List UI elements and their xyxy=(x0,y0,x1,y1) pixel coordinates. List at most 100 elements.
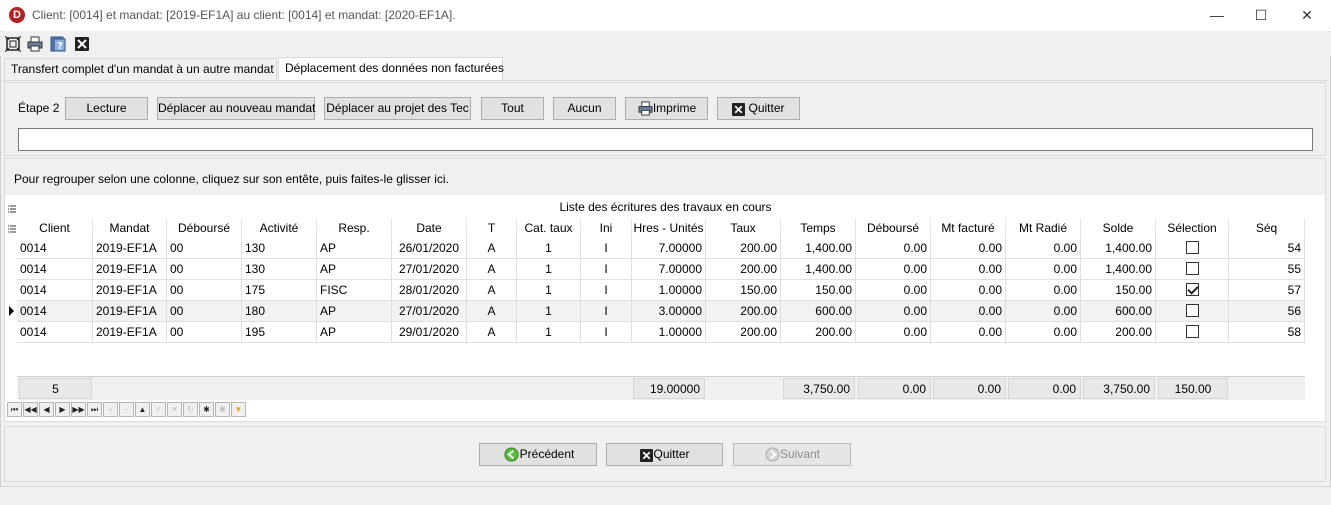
column-menu-icon[interactable] xyxy=(8,223,16,233)
quit-bottom-button[interactable]: Quitter xyxy=(606,443,723,466)
column-header-mt-radie[interactable]: Mt Radié xyxy=(1006,218,1081,238)
select-all-button[interactable]: Tout xyxy=(481,97,544,120)
tab-transfert-complet[interactable]: Transfert complet d'un mandat à un autre… xyxy=(4,58,277,80)
status-bar xyxy=(0,486,1331,505)
column-header-mandat[interactable]: Mandat xyxy=(93,218,167,238)
column-header-seq[interactable]: Séq xyxy=(1229,218,1305,238)
cancel-icon[interactable]: ✕ xyxy=(167,402,182,417)
move-project-button[interactable]: Déplacer au projet des Tec xyxy=(324,97,471,120)
selection-checkbox[interactable] xyxy=(1185,304,1199,318)
bookmark-icon[interactable]: ✱ xyxy=(199,402,214,417)
tab-divider xyxy=(2,80,1328,81)
column-header-activite[interactable]: Activité xyxy=(242,218,317,238)
print-icon[interactable] xyxy=(27,36,43,52)
cell-selection[interactable] xyxy=(1156,322,1229,343)
column-header-debourse-amount[interactable]: Déboursé xyxy=(856,218,931,238)
goto-bookmark-icon[interactable]: ✱ xyxy=(215,402,230,417)
selection-checkbox[interactable] xyxy=(1185,262,1199,276)
column-header-type[interactable]: T xyxy=(467,218,517,238)
column-header-temps[interactable]: Temps xyxy=(781,218,856,238)
next-button[interactable]: Suivant xyxy=(733,443,851,466)
cell-date: 27/01/2020 xyxy=(392,301,467,322)
column-header-debourse[interactable]: Déboursé xyxy=(167,218,242,238)
cell-debourse-amount: 0.00 xyxy=(856,259,931,280)
total-mt-radie: 0.00 xyxy=(1008,378,1081,399)
move-new-mandate-button[interactable]: Déplacer au nouveau mandat xyxy=(157,97,315,120)
column-header-solde[interactable]: Solde xyxy=(1081,218,1156,238)
cell-selection[interactable] xyxy=(1156,280,1229,301)
column-header-hres[interactable]: Hres - Unités xyxy=(632,218,706,238)
cell-mandat: 2019-EF1A xyxy=(93,238,167,259)
total-debourse: 0.00 xyxy=(858,378,931,399)
cell-temps: 200.00 xyxy=(781,322,856,343)
column-header-client[interactable]: Client xyxy=(17,218,93,238)
cell-type: A xyxy=(467,301,517,322)
cell-activite: 130 xyxy=(242,259,317,280)
prev-icon[interactable]: ◀ xyxy=(39,402,54,417)
first-icon[interactable]: ⏮ xyxy=(7,402,22,417)
window-title: Client: [0014] et mandat: [2019-EF1A] au… xyxy=(32,8,456,22)
cell-type: A xyxy=(467,238,517,259)
table-row[interactable]: 0014 2019-EF1A 00 175 FISC 28/01/2020 A 1 I 1.000… xyxy=(17,280,1305,301)
close-icon[interactable] xyxy=(74,36,90,52)
message-field[interactable] xyxy=(18,128,1313,151)
cell-debourse: 00 xyxy=(167,322,242,343)
table-row[interactable]: 0014 2019-EF1A 00 130 AP 27/01/2020 A 1 I 7.00000… xyxy=(17,259,1305,280)
column-header-cat-taux[interactable]: Cat. taux xyxy=(517,218,581,238)
cell-type: A xyxy=(467,259,517,280)
column-header-resp[interactable]: Resp. xyxy=(317,218,392,238)
band-menu-icon[interactable] xyxy=(8,203,16,213)
column-header-taux[interactable]: Taux xyxy=(706,218,781,238)
delete-icon[interactable]: − xyxy=(119,402,134,417)
previous-button[interactable]: Précédent xyxy=(479,443,597,466)
table-row[interactable]: 0014 2019-EF1A 00 180 AP 27/01/2020 A 1 I 3.00000… xyxy=(17,301,1305,322)
step-label: Étape 2 xyxy=(18,101,60,115)
close-window-button[interactable]: ✕ xyxy=(1284,0,1330,31)
table-row[interactable]: 0014 2019-EF1A 00 195 AP 29/01/2020 A 1 I 1.00000… xyxy=(17,322,1305,343)
cell-cat-taux: 1 xyxy=(517,259,581,280)
column-header-ini[interactable]: Ini xyxy=(581,218,632,238)
next-page-icon[interactable]: ▶▶ xyxy=(71,402,86,417)
minimize-button[interactable]: — xyxy=(1194,0,1240,31)
cell-selection[interactable] xyxy=(1156,238,1229,259)
column-header-date[interactable]: Date xyxy=(392,218,467,238)
selection-checkbox[interactable] xyxy=(1185,283,1199,297)
cell-resp: AP xyxy=(317,322,392,343)
tab-deplacement-donnees[interactable]: Déplacement des données non facturées xyxy=(278,57,504,81)
previous-arrow-icon xyxy=(504,447,519,469)
cell-selection[interactable] xyxy=(1156,301,1229,322)
print-button[interactable]: Imprime xyxy=(625,97,708,120)
cell-seq: 56 xyxy=(1229,301,1305,322)
cell-seq: 58 xyxy=(1229,322,1305,343)
cell-selection[interactable] xyxy=(1156,259,1229,280)
cell-temps: 1,400.00 xyxy=(781,259,856,280)
edit-icon[interactable]: ▲ xyxy=(135,402,150,417)
table-row[interactable]: 0014 2019-EF1A 00 130 AP 26/01/2020 A 1 I 7.00000… xyxy=(17,238,1305,259)
help-icon[interactable]: ? xyxy=(50,36,66,52)
fullscreen-icon[interactable] xyxy=(4,35,22,53)
print-icon xyxy=(638,101,653,123)
cell-taux: 200.00 xyxy=(706,259,781,280)
filter-icon[interactable]: ▼ xyxy=(231,402,246,417)
next-icon[interactable]: ▶ xyxy=(55,402,70,417)
refresh-icon[interactable]: ↻ xyxy=(183,402,198,417)
cell-mt-facture: 0.00 xyxy=(931,301,1006,322)
insert-icon[interactable]: + xyxy=(103,402,118,417)
quit-top-button[interactable]: Quitter xyxy=(717,97,800,120)
group-by-hint: Pour regrouper selon une colonne, clique… xyxy=(14,172,449,186)
select-none-button[interactable]: Aucun xyxy=(553,97,616,120)
column-header-mt-facture[interactable]: Mt facturé xyxy=(931,218,1006,238)
cell-ini: I xyxy=(581,280,632,301)
maximize-button[interactable]: ☐ xyxy=(1238,0,1284,31)
cell-mandat: 2019-EF1A xyxy=(93,259,167,280)
cell-cat-taux: 1 xyxy=(517,280,581,301)
selection-checkbox[interactable] xyxy=(1185,241,1199,255)
last-icon[interactable]: ⏭ xyxy=(87,402,102,417)
post-icon[interactable]: ✓ xyxy=(151,402,166,417)
cell-mt-facture: 0.00 xyxy=(931,322,1006,343)
column-header-selection[interactable]: Sélection xyxy=(1156,218,1229,238)
cell-solde: 150.00 xyxy=(1081,280,1156,301)
prev-page-icon[interactable]: ◀◀ xyxy=(23,402,38,417)
lecture-button[interactable]: Lecture xyxy=(65,97,148,120)
selection-checkbox[interactable] xyxy=(1185,325,1199,339)
